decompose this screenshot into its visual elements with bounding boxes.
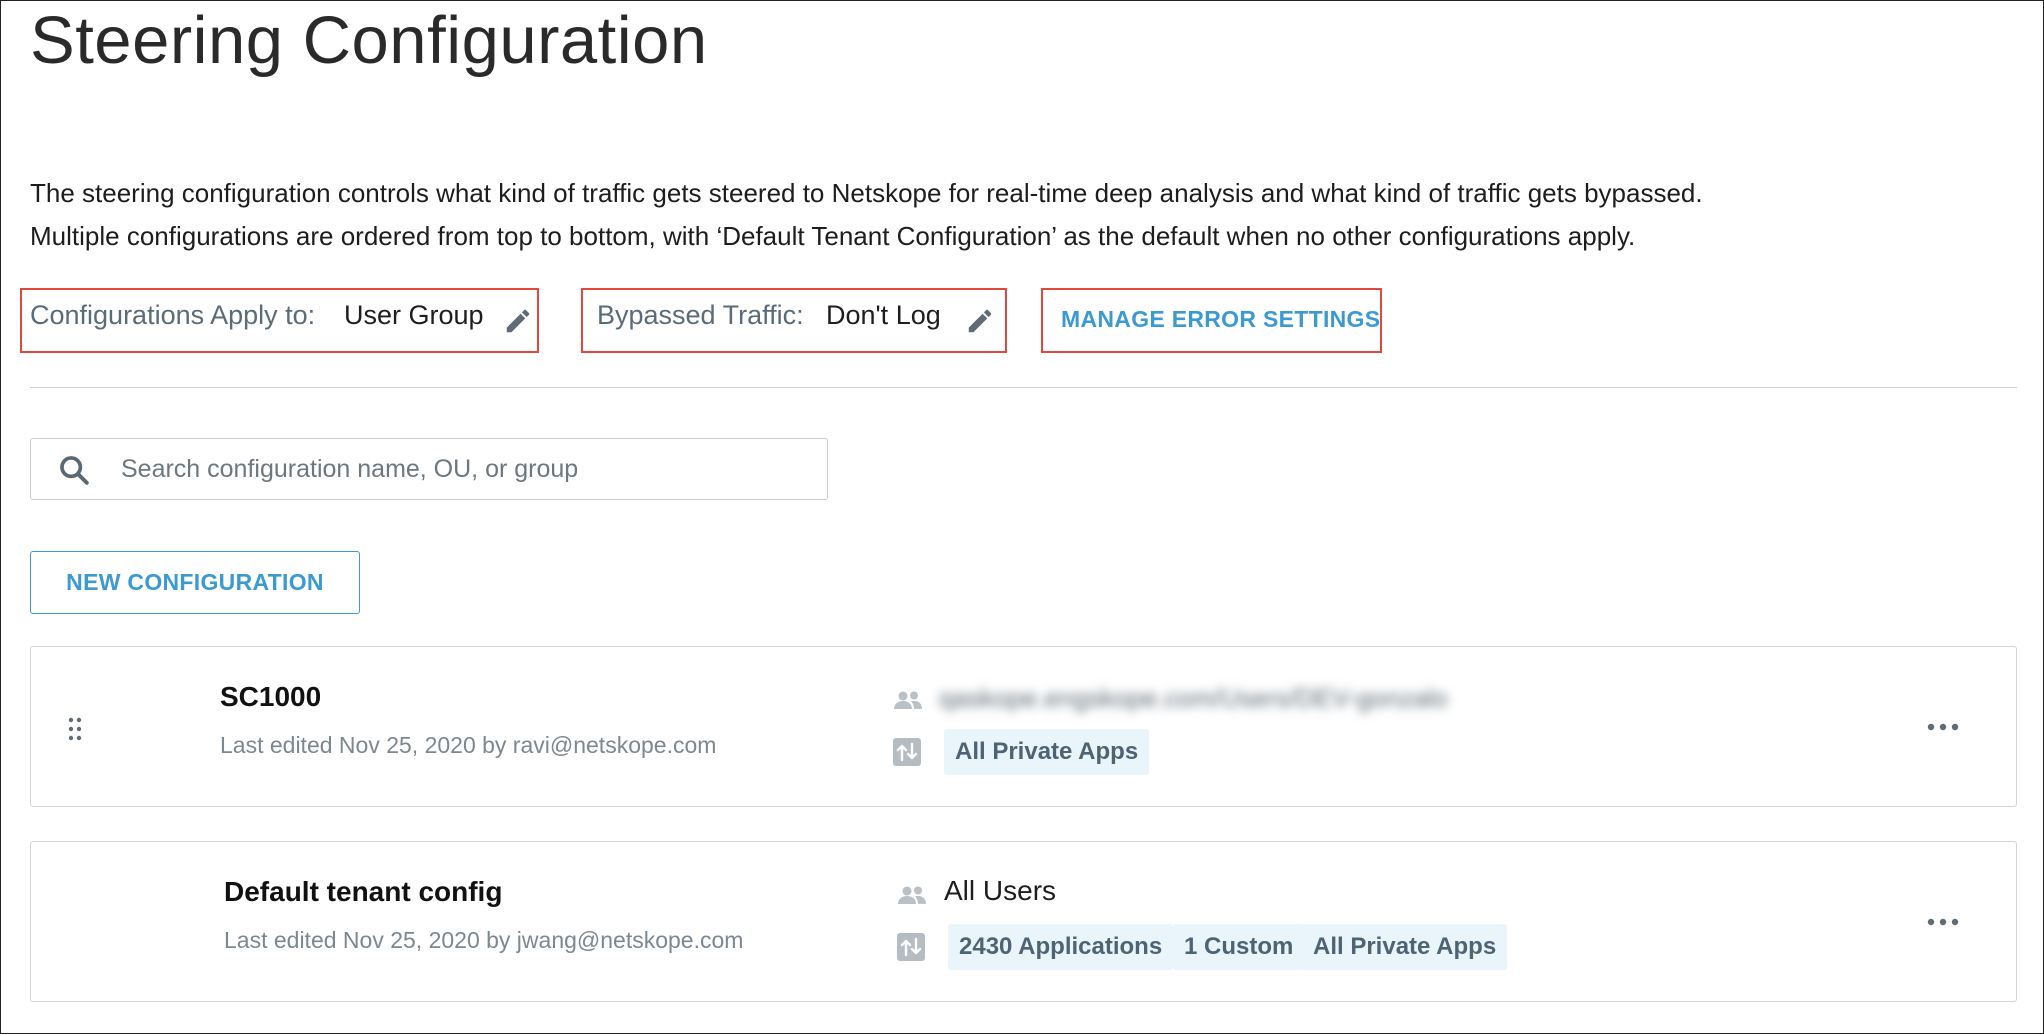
configuration-name: Default tenant config bbox=[224, 876, 503, 907]
more-options-icon[interactable] bbox=[1926, 722, 1960, 732]
edit-bypassed-traffic-pencil-icon[interactable] bbox=[965, 306, 995, 336]
app-tag: All Private Apps bbox=[1302, 924, 1508, 970]
edit-apply-to-pencil-icon[interactable] bbox=[503, 306, 533, 336]
configuration-last-edited: Last edited Nov 25, 2020 by ravi@netskop… bbox=[220, 732, 717, 758]
search-icon bbox=[60, 456, 89, 485]
manage-error-settings-button[interactable]: MANAGE ERROR SETTINGS bbox=[1061, 306, 1380, 333]
description-line-2: Multiple configurations are ordered from… bbox=[30, 221, 1636, 251]
users-icon bbox=[898, 886, 926, 904]
traffic-steering-icon bbox=[893, 738, 921, 766]
configuration-card[interactable]: Default tenant config Last edited Nov 25… bbox=[30, 841, 2017, 1002]
new-configuration-button[interactable]: NEW CONFIGURATION bbox=[30, 551, 360, 614]
app-tag: 1 Custom bbox=[1173, 924, 1305, 970]
search-box[interactable] bbox=[30, 438, 828, 500]
section-divider bbox=[30, 387, 2017, 388]
configuration-last-edited: Last edited Nov 25, 2020 by jwang@netsko… bbox=[224, 927, 744, 953]
description-line-1: The steering configuration controls what… bbox=[30, 178, 1703, 208]
users-icon bbox=[894, 691, 922, 709]
bypassed-traffic-value: Don't Log bbox=[826, 300, 941, 330]
page-title: Steering Configuration bbox=[30, 3, 708, 78]
apply-to-label: Configurations Apply to: bbox=[30, 300, 316, 330]
search-input[interactable] bbox=[119, 441, 803, 497]
configuration-name: SC1000 bbox=[220, 681, 322, 712]
bypassed-traffic-label: Bypassed Traffic: bbox=[597, 300, 804, 330]
drag-handle-icon[interactable] bbox=[67, 717, 83, 741]
apply-to-value: User Group bbox=[344, 300, 484, 330]
app-tag: All Private Apps bbox=[944, 729, 1150, 775]
configuration-users: All Users bbox=[944, 875, 1057, 906]
traffic-steering-icon bbox=[897, 933, 925, 961]
page-description: The steering configuration controls what… bbox=[30, 172, 1703, 258]
configuration-users-blurred: qaskope.engskope.com/Users/DEV-gonzalo bbox=[939, 683, 1448, 713]
more-options-icon[interactable] bbox=[1926, 917, 1960, 927]
configuration-card[interactable]: SC1000 Last edited Nov 25, 2020 by ravi@… bbox=[30, 646, 2017, 807]
app-tag: 2430 Applications bbox=[948, 924, 1174, 970]
